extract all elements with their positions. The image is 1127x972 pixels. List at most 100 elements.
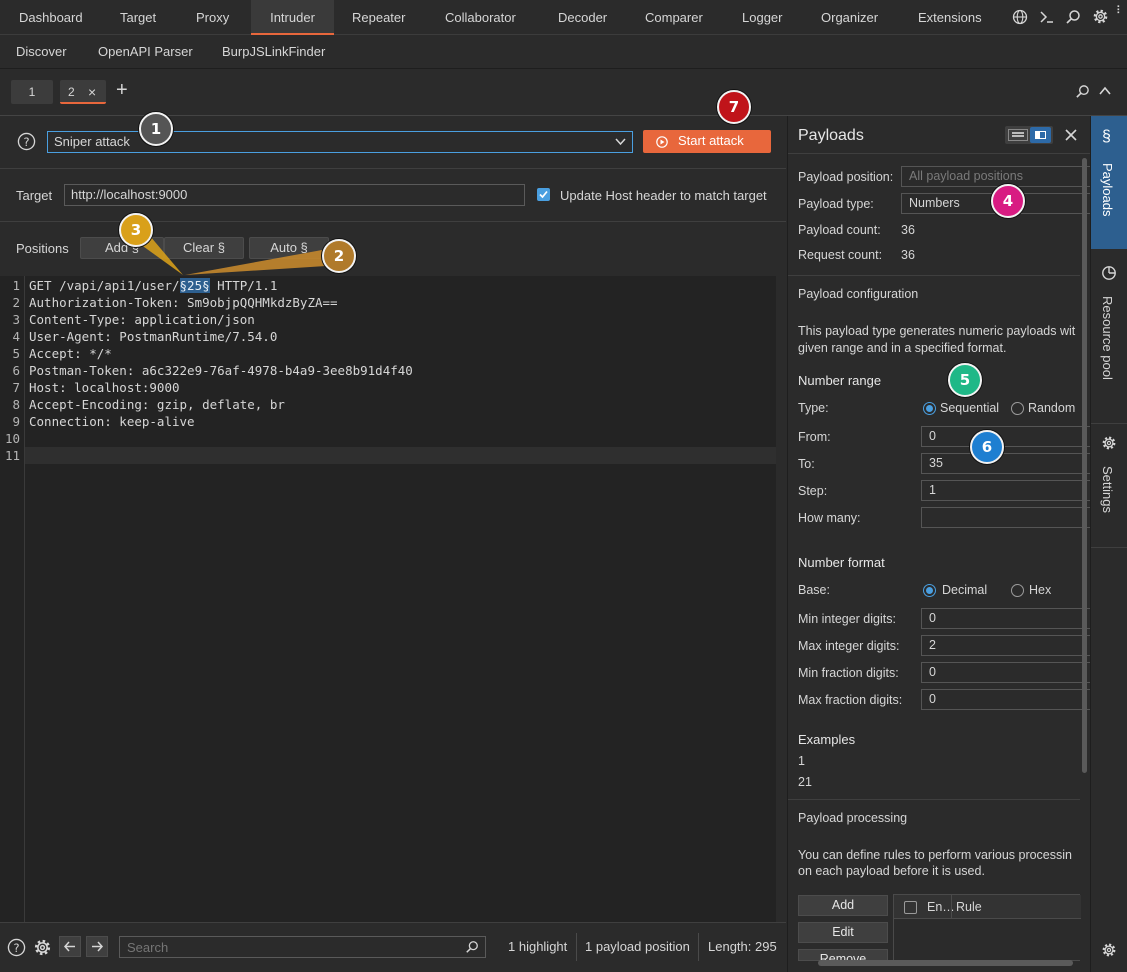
help-icon[interactable]: ? [7,938,26,957]
decimal-radio[interactable] [923,584,936,597]
request-text: Accept: */* [29,346,112,361]
close-icon[interactable] [1064,128,1078,142]
horizontal-scrollbar[interactable] [818,960,1073,966]
line-number: 4 [12,329,20,344]
help-icon[interactable]: ? [17,132,36,151]
max-integer-digits-input[interactable]: 2 [921,635,1091,656]
from-label: From: [798,430,831,444]
callout-badge-4: 4 [991,184,1025,218]
tab-burpjslinkfinder[interactable]: BurpJSLinkFinder [222,35,325,68]
search-input[interactable] [119,936,486,958]
instance-tab-1[interactable]: 1 [11,80,53,104]
close-icon[interactable]: × [88,80,96,104]
layout-list-icon[interactable] [1008,129,1028,141]
attack-type-value: Sniper attack [54,134,130,149]
tab-dashboard[interactable]: Dashboard [19,0,83,35]
request-count-value: 36 [901,248,915,262]
search-icon[interactable] [1075,84,1090,99]
start-attack-label: Start attack [678,133,744,148]
to-input[interactable]: 35 [921,453,1091,474]
tab-extensions[interactable]: Extensions [918,0,982,35]
enable-all-checkbox[interactable] [904,901,917,914]
payload-position-marker[interactable]: §25§ [179,278,210,293]
processing-description-line1: You can define rules to perform various … [798,848,1072,862]
processing-description-line2: on each payload before it is used. [798,864,985,878]
column-rule[interactable]: Rule [956,900,982,914]
hex-radio[interactable] [1011,584,1024,597]
range-type-label: Type: [798,401,829,415]
tab-decoder[interactable]: Decoder [558,0,607,35]
from-input[interactable]: 0 [921,426,1091,447]
right-sidebar: § Payloads Resource pool Settings [1090,116,1127,972]
config-description-line2: given range and in a specified format. [798,341,1007,355]
examples-heading: Examples [798,732,856,747]
tab-intruder[interactable]: Intruder [251,0,334,35]
max-fraction-digits-input[interactable]: 0 [921,689,1091,710]
tab-comparer[interactable]: Comparer [645,0,703,35]
request-line: Connection: keep-alive [29,414,195,429]
callout-badge-3: 3 [119,213,153,247]
random-radio[interactable] [1011,402,1024,415]
request-text: User-Agent: PostmanRuntime/7.54.0 [29,329,278,344]
line-number: 10 [4,431,20,446]
back-button[interactable] [59,936,81,957]
request-line: Accept: */* [29,346,112,361]
update-host-checkbox[interactable] [537,188,550,201]
how-many-input[interactable] [921,507,1091,528]
add-rule-button[interactable]: Add [798,895,888,916]
extension-tab-bar: Discover OpenAPI Parser BurpJSLinkFinder [0,35,1127,69]
payload-count-value: 36 [901,223,915,237]
layout-split-icon[interactable] [1030,127,1051,143]
tab-openapi-parser[interactable]: OpenAPI Parser [98,35,193,68]
layout-toggle[interactable] [1005,126,1053,144]
gear-icon[interactable] [1092,8,1109,25]
line-number: 3 [12,312,20,327]
step-input[interactable]: 1 [921,480,1091,501]
search-icon[interactable] [1065,9,1081,25]
gear-icon[interactable] [1101,942,1117,958]
line-number: 7 [12,380,20,395]
request-line: Postman-Token: a6c322e9-76af-4978-b4a9-3… [29,363,413,378]
attack-type-select[interactable]: Sniper attack [47,131,633,153]
sidebar-item-payloads[interactable]: § Payloads [1091,116,1127,249]
check-icon [539,190,548,199]
tab-repeater[interactable]: Repeater [352,0,405,35]
vertical-scrollbar[interactable] [1082,158,1087,773]
request-editor[interactable]: 1 GET /vapi/api1/user/§25§ HTTP/1.1 2 Autho… [0,276,776,922]
tab-discover[interactable]: Discover [16,35,67,68]
sidebar-item-settings[interactable]: Settings [1091,424,1127,548]
start-attack-button[interactable]: Start attack [643,130,771,153]
edit-rule-button[interactable]: Edit [798,922,888,943]
payload-position-select[interactable]: All payload positions [901,166,1091,187]
chevron-up-icon[interactable] [1099,86,1111,96]
add-tab-button[interactable]: + [116,79,128,102]
tab-proxy[interactable]: Proxy [196,0,229,35]
max-integer-digits-label: Max integer digits: [798,639,900,653]
request-length: Length: 295 [708,939,777,954]
auto-marker-button[interactable]: Auto § [249,237,329,259]
request-line: User-Agent: PostmanRuntime/7.54.0 [29,329,277,344]
sidebar-item-resource-pool[interactable]: Resource pool [1091,249,1127,424]
payload-configuration-heading: Payload configuration [798,287,919,301]
payload-count-label: Payload count: [798,223,881,237]
callout-badge-2: 2 [322,239,356,273]
forward-button[interactable] [86,936,108,957]
more-icon[interactable]: ⠇ [1116,4,1124,17]
terminal-icon[interactable] [1039,9,1055,25]
gear-icon[interactable] [33,938,52,957]
request-text: Postman-Token: a6c322e9-76af-4978-b4a9-3… [29,363,413,378]
tab-logger[interactable]: Logger [742,0,782,35]
min-fraction-digits-input[interactable]: 0 [921,662,1091,683]
line-number: 5 [12,346,20,361]
processing-rules-table[interactable]: En… Rule [893,894,1081,961]
min-integer-digits-input[interactable]: 0 [921,608,1091,629]
globe-icon[interactable] [1012,9,1028,25]
how-many-label: How many: [798,511,861,525]
target-url-input[interactable]: http://localhost:9000 [64,184,525,206]
clear-marker-button[interactable]: Clear § [164,237,244,259]
instance-tab-2[interactable]: 2 × [60,80,106,104]
sequential-radio[interactable] [923,402,936,415]
tab-organizer[interactable]: Organizer [821,0,878,35]
tab-collaborator[interactable]: Collaborator [445,0,516,35]
tab-target[interactable]: Target [120,0,156,35]
